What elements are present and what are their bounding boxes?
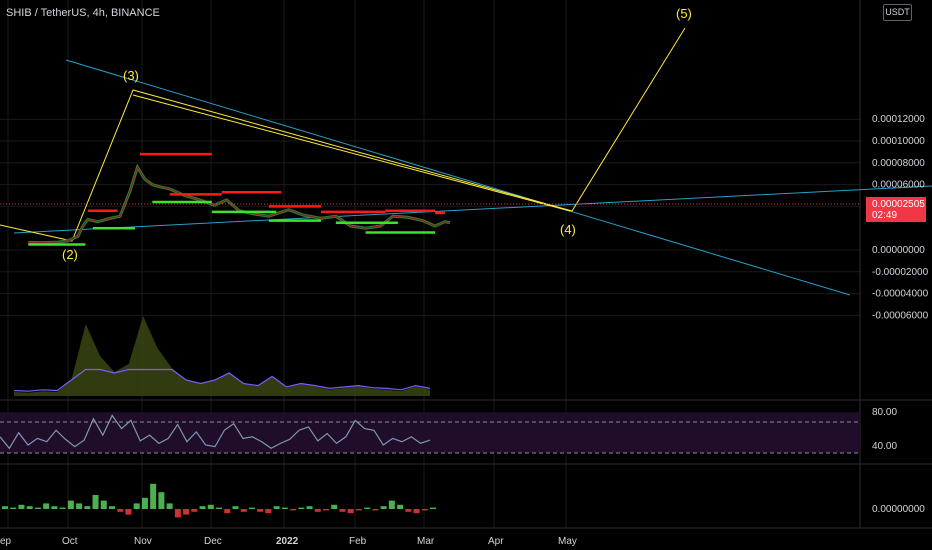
price-tick-label: 0.00006000 <box>872 180 925 191</box>
oscillator-bar <box>2 506 8 509</box>
oscillator-bar <box>92 495 99 509</box>
oscillator-bar <box>216 507 222 509</box>
time-tick-label: 2022 <box>276 536 299 547</box>
oscillator-bar <box>109 506 115 509</box>
time-tick-label: Nov <box>134 536 152 547</box>
oscillator-bar <box>26 506 33 509</box>
oscillator-bar <box>51 506 58 509</box>
oscillator-bar <box>290 509 297 511</box>
oscillator-bar <box>76 503 83 509</box>
time-tick-label: Mar <box>417 536 435 547</box>
oscillator-bar <box>174 509 181 518</box>
price-tick-label: 0.00008000 <box>872 158 925 169</box>
symbol-title: SHIB / TetherUS, 4h, BINANCE <box>6 7 160 19</box>
oscillator-bar <box>306 506 313 509</box>
price-wicks <box>28 165 451 244</box>
oscillator-bar <box>331 504 338 509</box>
rsi-tick-label: 80.00 <box>872 407 897 418</box>
oscillator-bar <box>125 509 132 515</box>
oscillator-bar <box>372 509 379 511</box>
time-tick-label: Oct <box>62 536 78 547</box>
time-tick-label: May <box>558 536 577 547</box>
oscillator-bar <box>34 507 41 509</box>
rsi-tick-label: 40.00 <box>872 441 897 452</box>
oscillator-bar <box>273 506 280 509</box>
chart-canvas[interactable]: (2) (3) (4) (5) 0.00012000 0.00010000 0.00008… <box>0 0 932 550</box>
oscillator-bar <box>207 504 214 509</box>
volume-panel <box>13 316 431 396</box>
oscillator-bar <box>397 504 404 509</box>
oscillator-bar <box>150 483 157 509</box>
oscillator-bar <box>59 507 66 509</box>
time-tick-label: Dec <box>204 536 222 547</box>
ascending-trendline <box>13 185 932 234</box>
oscillator-bar <box>18 504 25 509</box>
oscillator-bar <box>183 509 190 515</box>
oscillator-panel <box>2 483 436 518</box>
oscillator-bar <box>364 507 371 509</box>
last-price-tag: 0.00002505 02:49 <box>866 197 926 222</box>
time-tick-label: Apr <box>488 536 504 547</box>
wave-label: (2) <box>62 247 78 262</box>
oscillator-bar <box>281 507 288 509</box>
oscillator-bar <box>133 503 140 509</box>
price-axis: 0.00012000 0.00010000 0.00008000 0.00006000… <box>872 114 929 515</box>
oscillator-bar <box>67 500 74 509</box>
oscillator-bar <box>323 509 329 511</box>
oscillator-bar <box>421 509 428 511</box>
last-price-value: 0.00002505 <box>872 199 925 210</box>
oscillator-bar <box>257 509 264 512</box>
currency-unit-button[interactable]: USDT <box>883 4 912 21</box>
oscillator-bar <box>158 492 165 509</box>
time-tick-label: ep <box>0 536 12 547</box>
oscillator-bar <box>347 509 354 514</box>
price-tick-label: -0.00002000 <box>872 267 929 278</box>
price-panel: (2) (3) (4) (5) <box>0 6 932 296</box>
oscillator-bar <box>117 509 124 512</box>
price-tick-label: -0.00004000 <box>872 289 929 300</box>
oscillator-bar <box>298 507 305 509</box>
volume-area <box>14 316 430 396</box>
rsi-band <box>0 412 860 453</box>
oscillator-bar <box>380 506 387 509</box>
chart-stage: (2) (3) (4) (5) 0.00012000 0.00010000 0.00008… <box>0 0 932 550</box>
oscillator-bar <box>355 509 362 511</box>
oscillator-bar <box>248 507 255 509</box>
oscillator-bar <box>43 503 50 509</box>
oscillator-bar <box>314 509 321 512</box>
price-candles <box>28 163 451 245</box>
oscillator-bar <box>84 506 91 509</box>
oscillator-bar <box>141 497 148 509</box>
oscillator-bar <box>388 500 395 509</box>
price-tick-label: 0.00000000 <box>872 245 925 256</box>
wave-label: (5) <box>676 6 692 21</box>
price-tick-label: -0.00006000 <box>872 310 929 321</box>
time-tick-label: Feb <box>349 536 367 547</box>
time-axis: ep Oct Nov Dec 2022 Feb Mar Apr May <box>0 527 932 547</box>
bar-countdown: 02:49 <box>872 210 898 221</box>
oscillator-bar <box>232 506 239 509</box>
oscillator-bar <box>191 509 198 512</box>
oscillator-bar <box>166 503 173 509</box>
oscillator-bar <box>240 509 247 512</box>
oscillator-bar <box>413 509 420 514</box>
oscillator-bar <box>199 506 206 509</box>
oscillator-bar <box>339 509 346 512</box>
descending-trendline <box>65 59 851 296</box>
price-tick-label: 0.00010000 <box>872 136 925 147</box>
wave-label: (4) <box>560 222 576 237</box>
oscillator-bar <box>224 509 231 514</box>
oscillator-bar <box>100 500 107 509</box>
oscillator-bar <box>10 507 17 509</box>
oscillator-bar <box>430 507 436 509</box>
oscillator-bar <box>405 509 412 512</box>
rsi-panel <box>0 412 860 454</box>
oscillator-bar <box>265 509 272 514</box>
wave-label: (3) <box>123 68 139 83</box>
price-tick-label: 0.00012000 <box>872 114 925 125</box>
oscillator-tick-label: 0.00000000 <box>872 504 925 515</box>
elliott-wave-path <box>0 27 686 242</box>
